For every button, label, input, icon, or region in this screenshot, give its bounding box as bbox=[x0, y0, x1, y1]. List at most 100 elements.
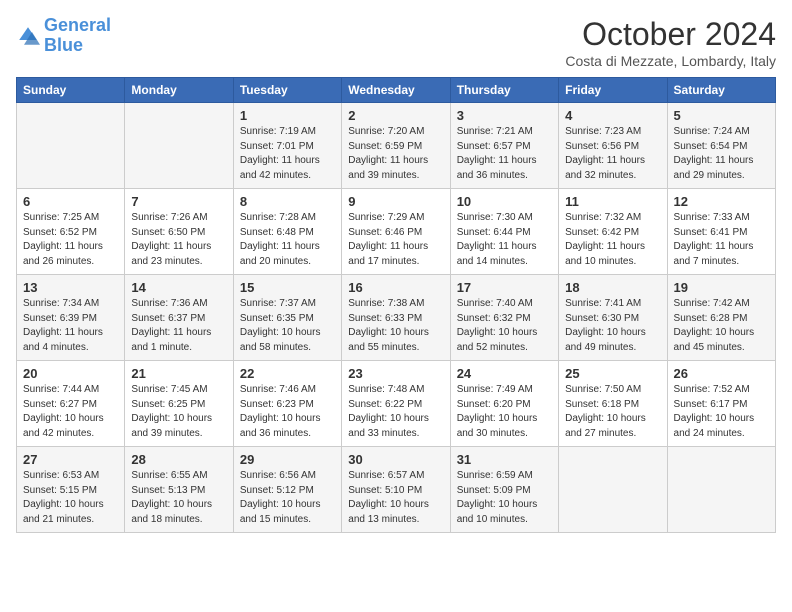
day-info: Sunrise: 7:38 AMSunset: 6:33 PMDaylight:… bbox=[348, 297, 443, 355]
day-number: 16 bbox=[348, 280, 443, 295]
calendar-cell: 29 Sunrise: 6:56 AMSunset: 5:12 PMDayligh… bbox=[233, 447, 341, 533]
day-number: 10 bbox=[457, 194, 552, 209]
day-info: Sunrise: 7:41 AMSunset: 6:30 PMDaylight:… bbox=[565, 297, 660, 355]
day-info: Sunrise: 7:30 AMSunset: 6:44 PMDaylight:… bbox=[457, 211, 552, 269]
day-number: 15 bbox=[240, 280, 335, 295]
day-number: 30 bbox=[348, 452, 443, 467]
location: Costa di Mezzate, Lombardy, Italy bbox=[565, 53, 776, 69]
calendar-cell: 28Sunrise: 6:55 AMSunset: 5:13 PMDayligh… bbox=[125, 447, 233, 533]
day-number: 25 bbox=[565, 366, 660, 381]
day-number: 24 bbox=[457, 366, 552, 381]
day-info: Sunrise: 7:36 AMSunset: 6:37 PMDaylight:… bbox=[131, 297, 226, 355]
day-number: 31 bbox=[457, 452, 552, 467]
day-number: 20 bbox=[23, 366, 118, 381]
calendar-cell: 16 Sunrise: 7:38 AMSunset: 6:33 PMDayligh… bbox=[342, 275, 450, 361]
day-info: Sunrise: 7:26 AMSunset: 6:50 PMDaylight:… bbox=[131, 211, 226, 269]
calendar-cell: 1Sunrise: 7:19 AMSunset: 7:01 PMDaylight… bbox=[233, 103, 341, 189]
day-info: Sunrise: 7:42 AMSunset: 6:28 PMDaylight:… bbox=[674, 297, 769, 355]
day-number: 29 bbox=[240, 452, 335, 467]
day-info: Sunrise: 7:52 AMSunset: 6:17 PMDaylight:… bbox=[674, 383, 769, 441]
calendar-cell: 22 Sunrise: 7:46 AMSunset: 6:23 PMDayligh… bbox=[233, 361, 341, 447]
day-info: Sunrise: 7:33 AMSunset: 6:41 PMDaylight:… bbox=[674, 211, 769, 269]
day-number: 2 bbox=[348, 108, 443, 123]
week-row-4: 20 Sunrise: 7:44 AMSunset: 6:27 PMDayligh… bbox=[17, 361, 776, 447]
day-info: Sunrise: 7:37 AMSunset: 6:35 PMDaylight:… bbox=[240, 297, 335, 355]
day-info: Sunrise: 7:25 AMSunset: 6:52 PMDaylight:… bbox=[23, 211, 118, 269]
calendar-cell: 5Sunrise: 7:24 AMSunset: 6:54 PMDaylight… bbox=[667, 103, 775, 189]
title-block: October 2024 Costa di Mezzate, Lombardy,… bbox=[565, 16, 776, 69]
day-info: Sunrise: 7:49 AMSunset: 6:20 PMDaylight:… bbox=[457, 383, 552, 441]
calendar-cell bbox=[667, 447, 775, 533]
day-number: 14 bbox=[131, 280, 226, 295]
day-number: 7 bbox=[131, 194, 226, 209]
calendar-cell: 17 Sunrise: 7:40 AMSunset: 6:32 PMDayligh… bbox=[450, 275, 558, 361]
weekday-header-tuesday: Tuesday bbox=[233, 78, 341, 103]
day-number: 1 bbox=[240, 108, 335, 123]
calendar-cell: 2 Sunrise: 7:20 AMSunset: 6:59 PMDaylight… bbox=[342, 103, 450, 189]
day-number: 4 bbox=[565, 108, 660, 123]
day-info: Sunrise: 7:48 AMSunset: 6:22 PMDaylight:… bbox=[348, 383, 443, 441]
calendar-cell: 25 Sunrise: 7:50 AMSunset: 6:18 PMDayligh… bbox=[559, 361, 667, 447]
day-info: Sunrise: 7:44 AMSunset: 6:27 PMDaylight:… bbox=[23, 383, 118, 441]
logo-icon bbox=[16, 24, 40, 48]
week-row-5: 27 Sunrise: 6:53 AMSunset: 5:15 PMDayligh… bbox=[17, 447, 776, 533]
calendar-cell: 7 Sunrise: 7:26 AMSunset: 6:50 PMDaylight… bbox=[125, 189, 233, 275]
logo-text: General Blue bbox=[44, 16, 111, 56]
calendar-cell: 3Sunrise: 7:21 AMSunset: 6:57 PMDaylight… bbox=[450, 103, 558, 189]
logo: General Blue bbox=[16, 16, 111, 56]
day-info: Sunrise: 7:40 AMSunset: 6:32 PMDaylight:… bbox=[457, 297, 552, 355]
day-info: Sunrise: 6:56 AMSunset: 5:12 PMDaylight:… bbox=[240, 469, 335, 527]
day-info: Sunrise: 7:34 AMSunset: 6:39 PMDaylight:… bbox=[23, 297, 118, 355]
weekday-header-monday: Monday bbox=[125, 78, 233, 103]
calendar-cell: 26 Sunrise: 7:52 AMSunset: 6:17 PMDayligh… bbox=[667, 361, 775, 447]
day-info: Sunrise: 7:23 AMSunset: 6:56 PMDaylight:… bbox=[565, 125, 660, 183]
day-info: Sunrise: 7:50 AMSunset: 6:18 PMDaylight:… bbox=[565, 383, 660, 441]
day-number: 22 bbox=[240, 366, 335, 381]
calendar-cell: 24 Sunrise: 7:49 AMSunset: 6:20 PMDayligh… bbox=[450, 361, 558, 447]
calendar-cell: 11 Sunrise: 7:32 AMSunset: 6:42 PMDayligh… bbox=[559, 189, 667, 275]
calendar-cell: 6 Sunrise: 7:25 AMSunset: 6:52 PMDaylight… bbox=[17, 189, 125, 275]
weekday-header-saturday: Saturday bbox=[667, 78, 775, 103]
week-row-2: 6 Sunrise: 7:25 AMSunset: 6:52 PMDaylight… bbox=[17, 189, 776, 275]
calendar-cell: 27 Sunrise: 6:53 AMSunset: 5:15 PMDayligh… bbox=[17, 447, 125, 533]
calendar-cell: 15 Sunrise: 7:37 AMSunset: 6:35 PMDayligh… bbox=[233, 275, 341, 361]
weekday-header-sunday: Sunday bbox=[17, 78, 125, 103]
month-year: October 2024 bbox=[565, 16, 776, 53]
day-number: 21 bbox=[131, 366, 226, 381]
day-info: Sunrise: 7:45 AMSunset: 6:25 PMDaylight:… bbox=[131, 383, 226, 441]
day-number: 9 bbox=[348, 194, 443, 209]
calendar-cell: 13Sunrise: 7:34 AMSunset: 6:39 PMDayligh… bbox=[17, 275, 125, 361]
day-info: Sunrise: 7:46 AMSunset: 6:23 PMDaylight:… bbox=[240, 383, 335, 441]
day-info: Sunrise: 7:29 AMSunset: 6:46 PMDaylight:… bbox=[348, 211, 443, 269]
calendar-cell bbox=[125, 103, 233, 189]
day-info: Sunrise: 6:59 AMSunset: 5:09 PMDaylight:… bbox=[457, 469, 552, 527]
calendar-cell: 14 Sunrise: 7:36 AMSunset: 6:37 PMDayligh… bbox=[125, 275, 233, 361]
day-info: Sunrise: 7:20 AMSunset: 6:59 PMDaylight:… bbox=[348, 125, 443, 183]
calendar-cell: 9 Sunrise: 7:29 AMSunset: 6:46 PMDaylight… bbox=[342, 189, 450, 275]
day-info: Sunrise: 7:28 AMSunset: 6:48 PMDaylight:… bbox=[240, 211, 335, 269]
weekday-header-thursday: Thursday bbox=[450, 78, 558, 103]
day-number: 17 bbox=[457, 280, 552, 295]
day-number: 26 bbox=[674, 366, 769, 381]
calendar-cell: 20 Sunrise: 7:44 AMSunset: 6:27 PMDayligh… bbox=[17, 361, 125, 447]
day-number: 28 bbox=[131, 452, 226, 467]
calendar-cell: 10 Sunrise: 7:30 AMSunset: 6:44 PMDayligh… bbox=[450, 189, 558, 275]
day-number: 23 bbox=[348, 366, 443, 381]
weekday-header-row: SundayMondayTuesdayWednesdayThursdayFrid… bbox=[17, 78, 776, 103]
calendar-cell bbox=[17, 103, 125, 189]
day-info: Sunrise: 7:24 AMSunset: 6:54 PMDaylight:… bbox=[674, 125, 769, 183]
day-number: 27 bbox=[23, 452, 118, 467]
weekday-header-wednesday: Wednesday bbox=[342, 78, 450, 103]
weekday-header-friday: Friday bbox=[559, 78, 667, 103]
day-number: 6 bbox=[23, 194, 118, 209]
day-info: Sunrise: 6:53 AMSunset: 5:15 PMDaylight:… bbox=[23, 469, 118, 527]
calendar-cell: 12Sunrise: 7:33 AMSunset: 6:41 PMDayligh… bbox=[667, 189, 775, 275]
calendar-cell: 19Sunrise: 7:42 AMSunset: 6:28 PMDayligh… bbox=[667, 275, 775, 361]
day-number: 11 bbox=[565, 194, 660, 209]
calendar-cell: 8Sunrise: 7:28 AMSunset: 6:48 PMDaylight… bbox=[233, 189, 341, 275]
page-header: General Blue October 2024 Costa di Mezza… bbox=[16, 16, 776, 69]
day-info: Sunrise: 7:32 AMSunset: 6:42 PMDaylight:… bbox=[565, 211, 660, 269]
calendar-cell: 21 Sunrise: 7:45 AMSunset: 6:25 PMDayligh… bbox=[125, 361, 233, 447]
day-number: 18 bbox=[565, 280, 660, 295]
day-info: Sunrise: 7:21 AMSunset: 6:57 PMDaylight:… bbox=[457, 125, 552, 183]
